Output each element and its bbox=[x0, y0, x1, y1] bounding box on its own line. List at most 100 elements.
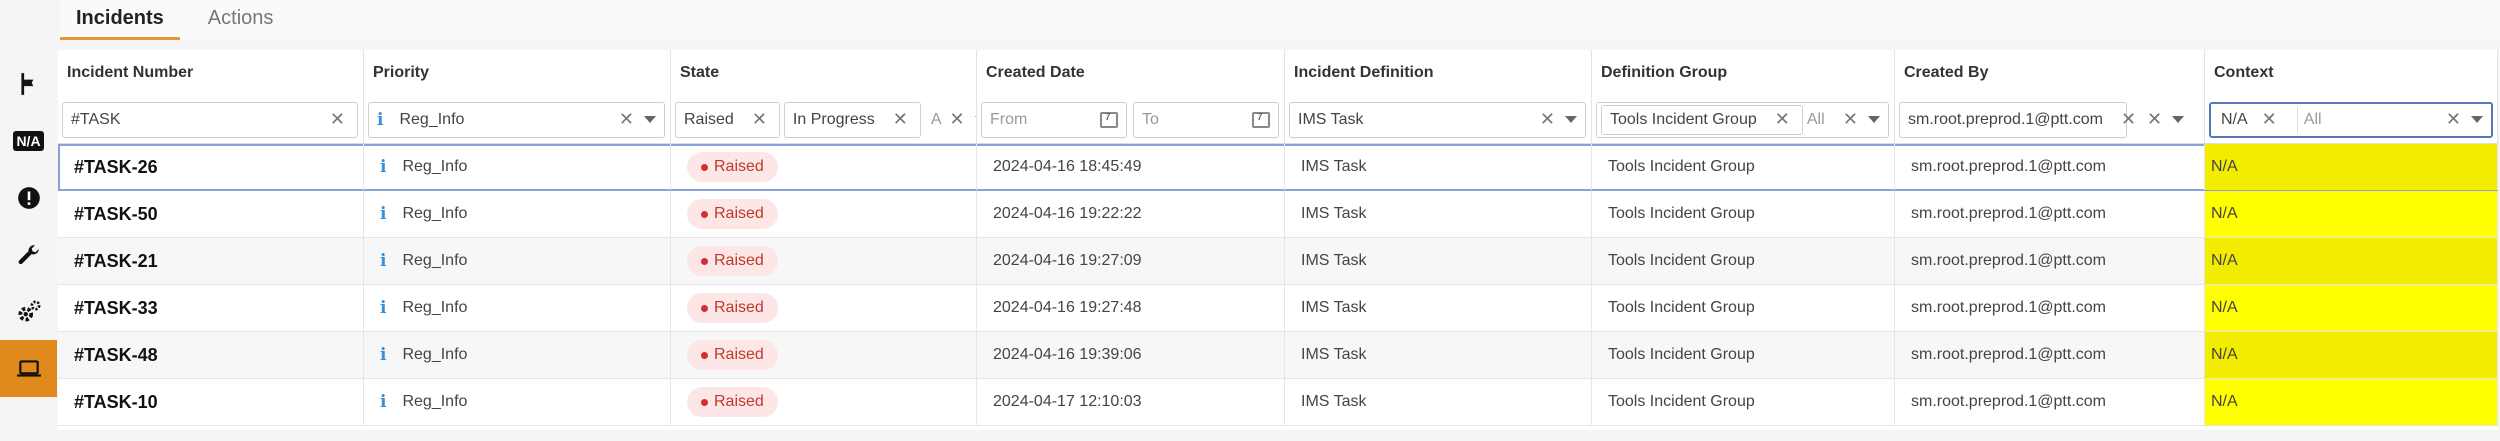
incident-number-cell[interactable]: #TASK-50 bbox=[58, 191, 364, 237]
filter-row: #TASK ✕ i Reg_Info ✕ Raised ✕ In Progres… bbox=[58, 96, 2498, 144]
chevron-down-icon[interactable] bbox=[1565, 116, 1577, 123]
column-header[interactable]: State bbox=[671, 50, 977, 96]
remove-chip-icon[interactable]: ✕ bbox=[2258, 109, 2281, 130]
clear-icon[interactable]: ✕ bbox=[2442, 109, 2465, 130]
clear-icon[interactable]: ✕ bbox=[2143, 109, 2166, 130]
status-badge: Raised bbox=[687, 199, 778, 229]
incident-number-cell[interactable]: #TASK-33 bbox=[58, 285, 364, 331]
column-header[interactable]: Incident Number bbox=[58, 50, 364, 96]
column-header[interactable]: Context bbox=[2205, 50, 2498, 96]
table-row[interactable]: #TASK-50 i Reg_Info Raised 2024-04-16 19:… bbox=[58, 191, 2498, 238]
column-header[interactable]: Created Date bbox=[977, 50, 1285, 96]
incident-number-cell[interactable]: #TASK-48 bbox=[58, 332, 364, 378]
calendar-icon[interactable] bbox=[1100, 111, 1118, 128]
date-from-input[interactable]: From bbox=[981, 101, 1127, 138]
context-all: All bbox=[2303, 110, 2322, 128]
table-row[interactable]: #TASK-33 i Reg_Info Raised 2024-04-16 19:… bbox=[58, 285, 2498, 332]
column-header[interactable]: Incident Definition bbox=[1285, 50, 1592, 96]
chevron-down-icon[interactable] bbox=[1868, 116, 1880, 123]
context-chip[interactable]: N/A ✕ bbox=[2215, 105, 2287, 134]
info-icon: i bbox=[380, 204, 387, 224]
context-filter[interactable]: N/A ✕ All ✕ bbox=[2209, 101, 2493, 138]
context-cell: N/A bbox=[2205, 285, 2498, 331]
status-text: Raised bbox=[714, 393, 764, 410]
clear-icon[interactable]: ✕ bbox=[1536, 109, 1559, 130]
context-cell: N/A bbox=[2205, 332, 2498, 378]
date-from-placeholder: From bbox=[990, 110, 1028, 128]
created-by-cell: sm.root.preprod.1@ptt.com bbox=[1895, 332, 2205, 378]
definition-group-cell: Tools Incident Group bbox=[1592, 379, 1895, 425]
status-badge: Raised bbox=[687, 340, 778, 370]
filter-cell: #TASK ✕ bbox=[58, 96, 364, 143]
grid-header: Incident Number Priority State Created D… bbox=[58, 50, 2498, 96]
definition-group-filter[interactable]: Tools Incident Group ✕ All ✕ bbox=[1596, 101, 1889, 138]
created-by-cell: sm.root.preprod.1@ptt.com bbox=[1895, 379, 2205, 425]
clear-icon[interactable]: ✕ bbox=[326, 109, 349, 130]
priority-cell: i Reg_Info bbox=[364, 379, 671, 425]
info-icon: i bbox=[380, 251, 387, 271]
remove-chip-icon[interactable]: ✕ bbox=[748, 109, 771, 130]
created-by-cell: sm.root.preprod.1@ptt.com bbox=[1895, 285, 2205, 331]
clear-icon[interactable]: ✕ bbox=[945, 109, 968, 130]
incident-definition-filter-value: IMS Task bbox=[1298, 110, 1364, 128]
definition-group-cell: Tools Incident Group bbox=[1592, 191, 1895, 237]
sidebar-item-tools[interactable] bbox=[0, 226, 57, 283]
remove-chip-icon[interactable]: ✕ bbox=[1771, 109, 1794, 130]
filter-cell: i Reg_Info ✕ bbox=[364, 96, 671, 143]
state-chip[interactable]: In Progress ✕ bbox=[783, 101, 921, 138]
definition-group-chip[interactable]: Tools Incident Group ✕ bbox=[1601, 104, 1803, 135]
chip-label: Tools Incident Group bbox=[1610, 110, 1757, 128]
column-header[interactable]: Definition Group bbox=[1592, 50, 1895, 96]
status-badge: Raised bbox=[687, 152, 778, 182]
clear-icon[interactable]: ✕ bbox=[1839, 109, 1862, 130]
table-row[interactable]: #TASK-26 i Reg_Info Raised 2024-04-16 18:… bbox=[58, 144, 2498, 191]
status-text: Raised bbox=[714, 346, 764, 363]
filter-cell: sm.root.preprod.1@ptt.com ✕ ✕ bbox=[1895, 96, 2205, 143]
sidebar-item-na[interactable]: N/A bbox=[0, 112, 57, 169]
created-date-cell: 2024-04-16 19:27:09 bbox=[977, 238, 1285, 284]
incident-number-cell[interactable]: #TASK-10 bbox=[58, 379, 364, 425]
info-icon: i bbox=[380, 392, 387, 412]
remove-chip-icon[interactable]: ✕ bbox=[889, 109, 912, 130]
priority-filter[interactable]: i Reg_Info ✕ bbox=[368, 101, 665, 138]
table-row[interactable]: #TASK-48 i Reg_Info Raised 2024-04-16 19:… bbox=[58, 332, 2498, 379]
sidebar-item-settings[interactable] bbox=[0, 283, 57, 340]
status-dot bbox=[701, 163, 708, 171]
incident-definition-filter[interactable]: IMS Task ✕ bbox=[1289, 101, 1586, 138]
date-to-input[interactable]: To bbox=[1133, 101, 1279, 138]
created-by-chip[interactable]: sm.root.preprod.1@ptt.com ✕ bbox=[1899, 101, 2136, 138]
column-header[interactable]: Created By bbox=[1895, 50, 2205, 96]
table-row[interactable]: #TASK-10 i Reg_Info Raised 2024-04-17 12:… bbox=[58, 379, 2498, 426]
created-date-cell: 2024-04-17 12:10:03 bbox=[977, 379, 1285, 425]
filter-cell: IMS Task ✕ bbox=[1285, 96, 1592, 143]
filter-cell: Raised ✕ In Progress ✕ A ✕ bbox=[671, 96, 977, 143]
status-text: Raised bbox=[714, 299, 764, 316]
status-dot bbox=[701, 351, 708, 359]
incident-number-cell[interactable]: #TASK-26 bbox=[58, 144, 364, 190]
chevron-down-icon[interactable] bbox=[644, 116, 656, 123]
table-row[interactable]: #TASK-21 i Reg_Info Raised 2024-04-16 19:… bbox=[58, 238, 2498, 285]
priority-cell: i Reg_Info bbox=[364, 332, 671, 378]
laptop-icon bbox=[16, 359, 41, 377]
column-header[interactable]: Priority bbox=[364, 50, 671, 96]
incident-number-cell[interactable]: #TASK-21 bbox=[58, 238, 364, 284]
tab-actions[interactable]: Actions bbox=[192, 0, 290, 40]
incident-definition-cell: IMS Task bbox=[1285, 144, 1592, 190]
remove-chip-icon[interactable]: ✕ bbox=[2117, 109, 2140, 130]
chevron-down-icon[interactable] bbox=[2172, 116, 2185, 123]
chevron-down-icon[interactable] bbox=[2471, 116, 2483, 123]
sidebar-item-flag[interactable] bbox=[0, 55, 57, 112]
sidebar-item-console[interactable] bbox=[0, 340, 57, 397]
incident-number-filter[interactable]: #TASK ✕ bbox=[62, 101, 358, 138]
clear-icon[interactable]: ✕ bbox=[615, 109, 638, 130]
created-by-cell: sm.root.preprod.1@ptt.com bbox=[1895, 238, 2205, 284]
incident-definition-cell: IMS Task bbox=[1285, 191, 1592, 237]
sidebar-item-alert[interactable] bbox=[0, 169, 57, 226]
calendar-icon[interactable] bbox=[1252, 111, 1270, 128]
state-cell: Raised bbox=[671, 332, 977, 378]
tab-incidents[interactable]: Incidents bbox=[60, 0, 180, 40]
filter-cell: N/A ✕ All ✕ bbox=[2205, 96, 2498, 143]
created-date-cell: 2024-04-16 19:27:48 bbox=[977, 285, 1285, 331]
wrench-icon bbox=[18, 244, 39, 264]
state-chip[interactable]: Raised ✕ bbox=[675, 101, 780, 138]
